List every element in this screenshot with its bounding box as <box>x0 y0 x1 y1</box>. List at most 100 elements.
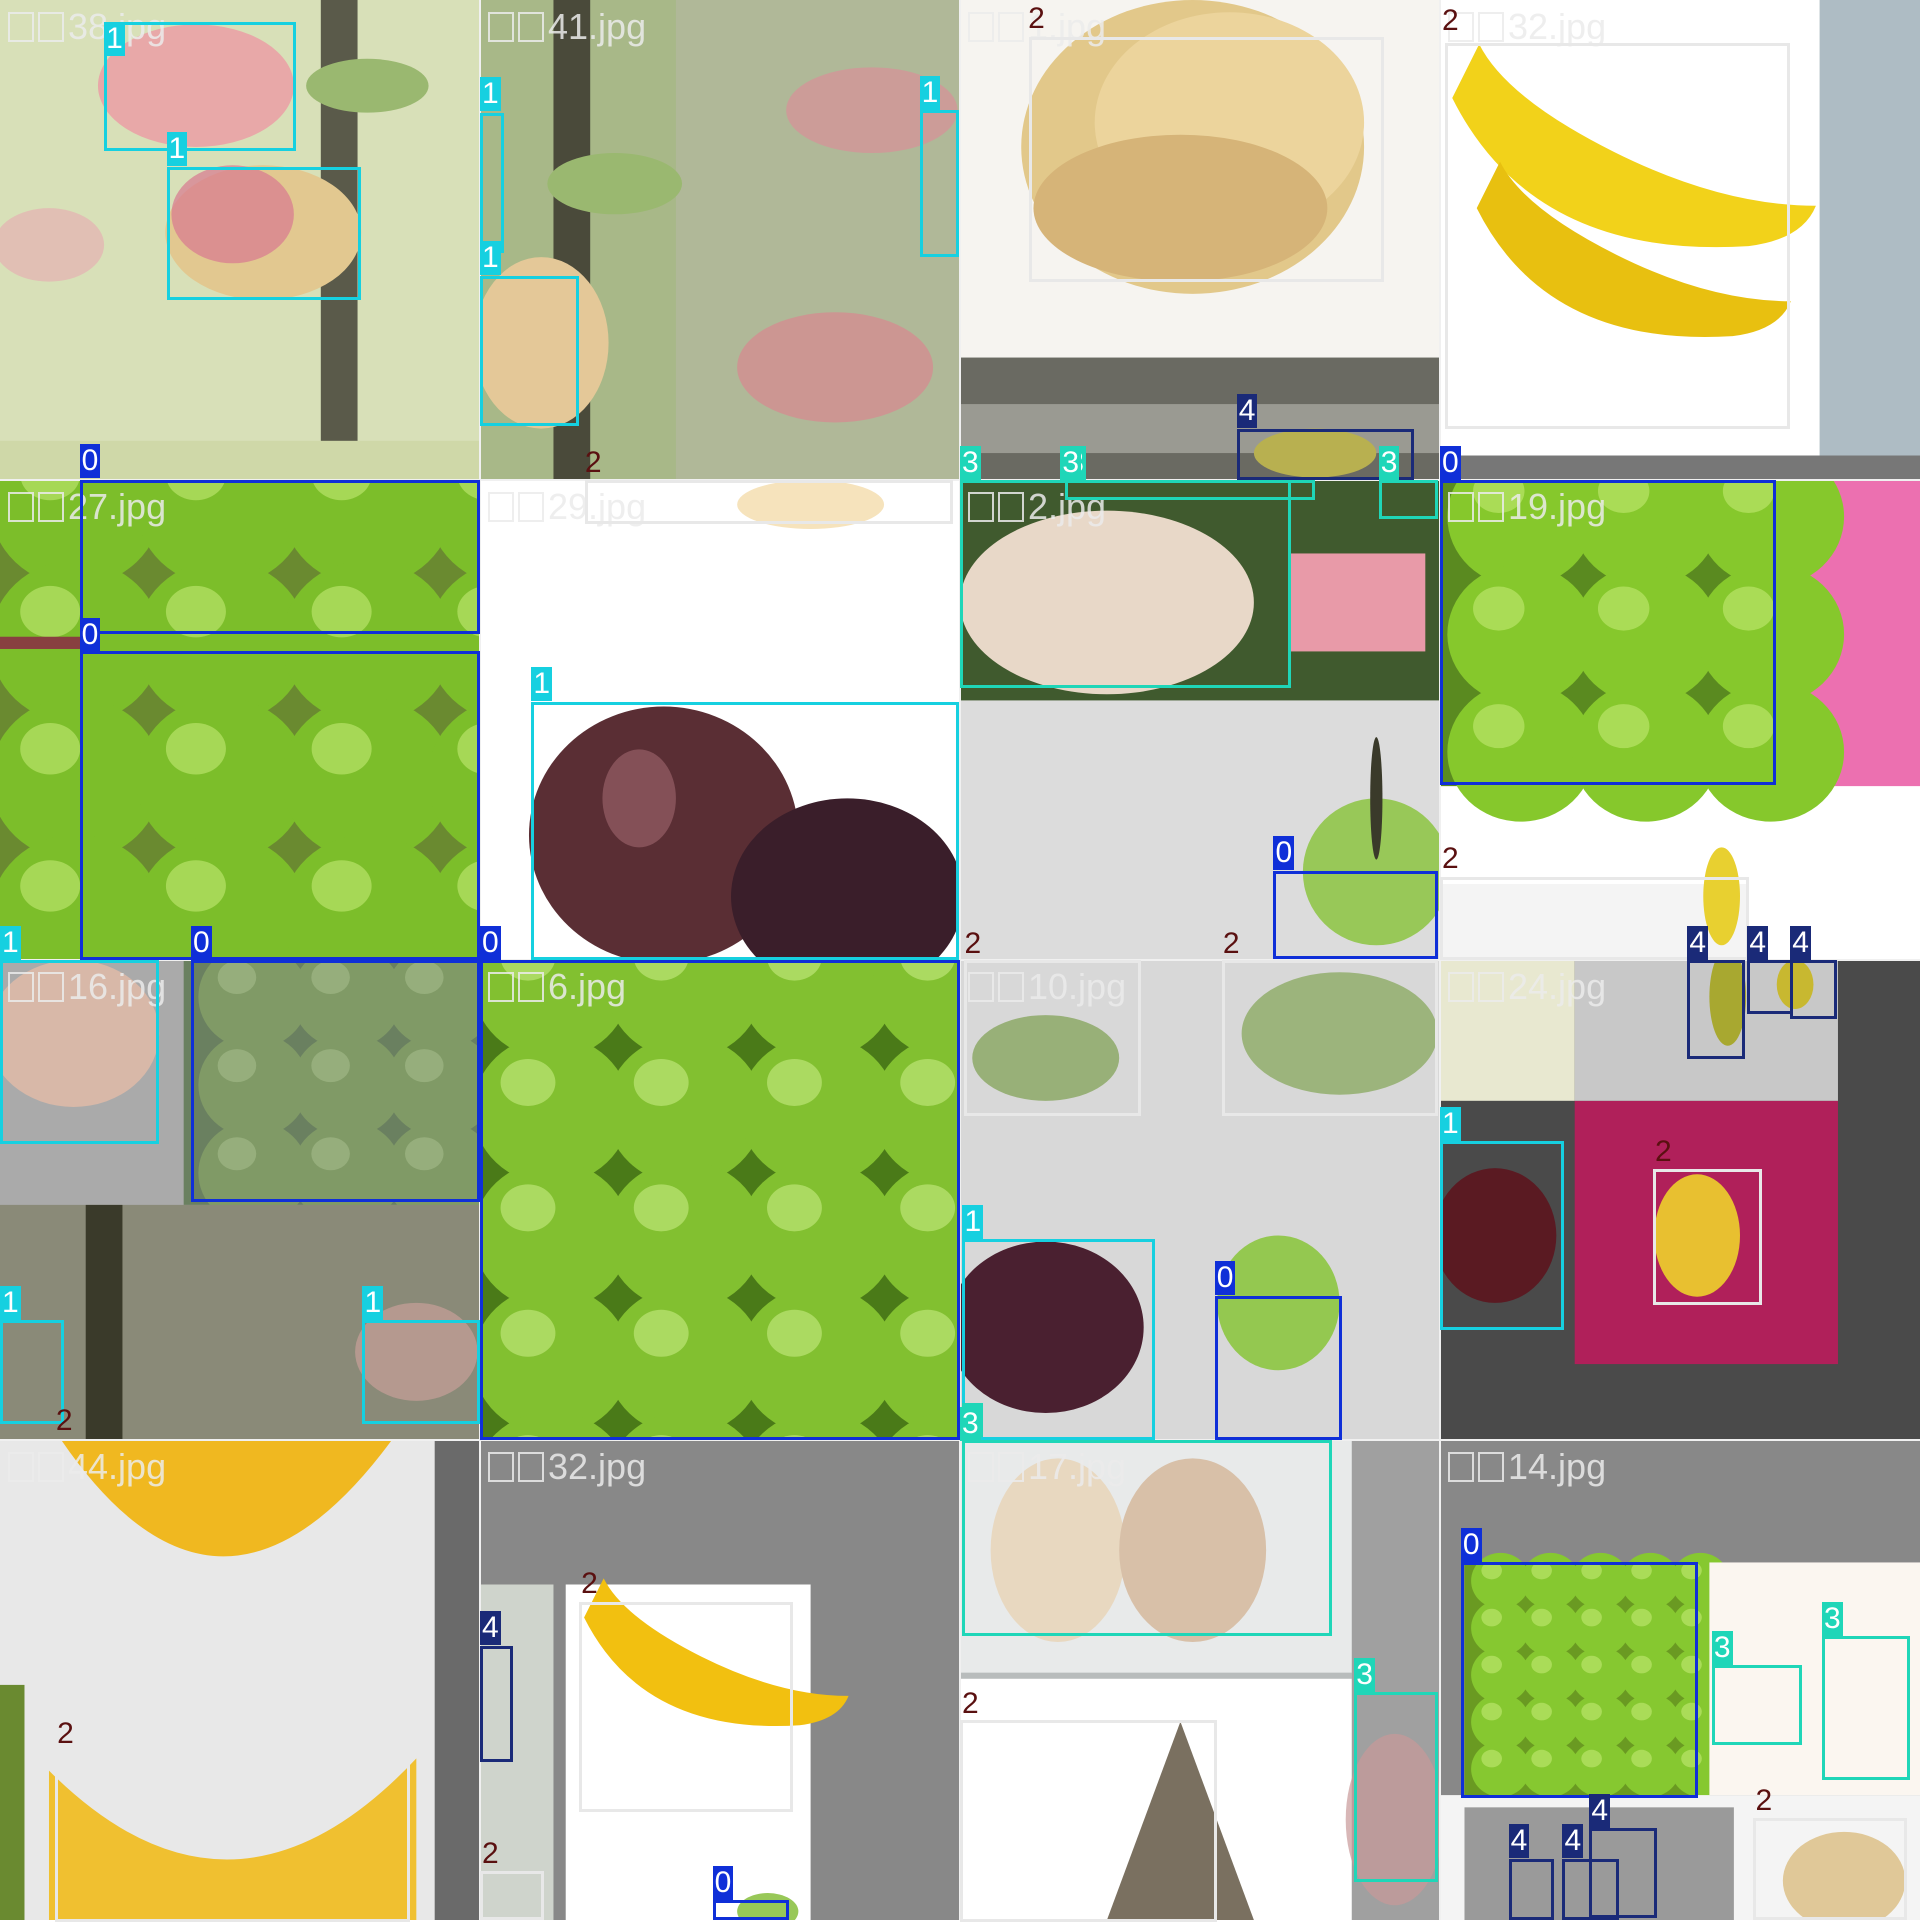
detection-label-class-4: 4 <box>1562 1824 1584 1859</box>
tile-filename: 41.jpg <box>488 6 646 48</box>
detection-label-class-2: 2 <box>1028 2 1045 36</box>
detection-label-class-2: 2 <box>581 1567 598 1601</box>
tile-filename-text: 44.jpg <box>68 1446 167 1487</box>
detection-box-class-2 <box>1653 1169 1763 1306</box>
tile-filename: 24.jpg <box>1448 966 1606 1008</box>
detection-label-class-0: 0 <box>1460 1528 1482 1563</box>
detection-box-class-3 <box>1378 480 1438 520</box>
detection-label-class-0: 0 <box>480 925 501 960</box>
mosaic-grid: 38.jpg41.jpg1.jpg32.jpg27.jpg29.jpg2.jpg… <box>0 0 1920 1922</box>
detection-box-class-4 <box>1747 960 1793 1014</box>
tile-filename-text: 32.jpg <box>1508 6 1607 47</box>
detection-box-class-3 <box>1065 480 1316 500</box>
detection-label-class-4: 4 <box>480 1611 501 1646</box>
detection-box-class-1 <box>480 275 580 427</box>
detection-label-class-1: 1 <box>1440 1106 1461 1141</box>
detection-box-class-3 <box>1822 1635 1911 1781</box>
tile-filename: 44.jpg <box>8 1446 166 1488</box>
detection-label-class-4: 4 <box>1687 925 1709 960</box>
detection-box-class-0 <box>480 960 960 1440</box>
detection-label-class-1: 1 <box>919 75 941 110</box>
detection-label-class-2: 2 <box>1442 842 1459 876</box>
detection-box-class-4 <box>1687 960 1745 1060</box>
tile-filename: 32.jpg <box>488 1446 646 1488</box>
detection-box-class-2 <box>1222 960 1438 1116</box>
detection-label-class-2: 2 <box>1655 1135 1672 1169</box>
tile-filename-text: 32.jpg <box>548 1446 647 1487</box>
detection-box-class-2 <box>1028 36 1384 282</box>
detection-label-class-0: 0 <box>79 618 101 653</box>
tile-filename: 32.jpg <box>1448 6 1606 48</box>
detection-label-class-1: 1 <box>962 1204 984 1239</box>
detection-label-class-0: 0 <box>1273 836 1295 871</box>
detection-label-class-0: 0 <box>712 1866 734 1901</box>
detection-box-class-0 <box>1273 870 1438 959</box>
detection-box-class-1 <box>166 166 362 300</box>
detection-label-class-2: 2 <box>964 926 982 960</box>
detection-label-class-4: 4 <box>1747 925 1769 960</box>
detection-box-class-0 <box>79 651 480 960</box>
detection-label-class-0: 0 <box>191 925 212 960</box>
detection-box-class-3 <box>962 1440 1333 1636</box>
detection-label-class-2: 2 <box>1442 3 1459 37</box>
detection-box-class-2 <box>1444 42 1791 429</box>
detection-label-class-0: 0 <box>1440 445 1461 480</box>
detection-box-class-3 <box>1354 1692 1438 1883</box>
detection-box-class-2 <box>585 480 953 525</box>
detection-label-class-0: 0 <box>79 444 101 479</box>
detection-label-class-3: 3 <box>1378 445 1400 480</box>
tile-filename-text: 14.jpg <box>1508 1446 1607 1487</box>
detection-box-class-2 <box>960 1720 1218 1922</box>
detection-label-class-0: 0 <box>1214 1261 1236 1296</box>
detection-box-class-0 <box>1460 1562 1699 1798</box>
detection-label-class-2: 2 <box>584 445 602 479</box>
tile-filename: 14.jpg <box>1448 1446 1606 1488</box>
detection-box-class-1 <box>1440 1141 1564 1330</box>
detection-box-class-1 <box>480 112 505 254</box>
detection-label-class-2: 2 <box>1222 926 1240 960</box>
detection-box-class-0 <box>712 1900 789 1920</box>
tile-separator-vertical <box>1439 0 1441 1920</box>
detection-label-class-2: 2 <box>962 1687 979 1721</box>
detection-label-class-3: 3 <box>1060 445 1082 480</box>
detection-label-class-2: 2 <box>57 1716 74 1750</box>
tile-filename-text: 24.jpg <box>1508 966 1607 1007</box>
detection-label-class-3: 3 <box>960 445 981 480</box>
detection-label-class-3: 3 <box>1354 1657 1375 1692</box>
detection-box-class-1 <box>962 1239 1155 1440</box>
detection-box-class-1 <box>362 1320 480 1425</box>
tile-filename-text: 41.jpg <box>548 6 647 47</box>
detection-label-class-1: 1 <box>480 77 501 112</box>
detection-box-class-0 <box>1214 1295 1343 1440</box>
detection-label-class-2: 2 <box>55 1404 73 1438</box>
detection-label-class-1: 1 <box>362 1285 384 1320</box>
detection-box-class-2 <box>579 1601 794 1813</box>
detection-box-class-4 <box>1508 1858 1554 1920</box>
detection-box-class-0 <box>1440 480 1776 785</box>
detection-label-class-2: 2 <box>1755 1784 1773 1818</box>
detection-box-class-3 <box>960 480 1291 689</box>
detection-label-class-3: 3 <box>1711 1631 1733 1666</box>
detection-label-class-1: 1 <box>0 1285 21 1320</box>
detection-box-class-1 <box>104 22 297 151</box>
detection-box-class-3 <box>1711 1665 1803 1745</box>
detection-label-class-3: 3 <box>960 1406 981 1441</box>
detection-box-class-0 <box>79 480 480 635</box>
detection-box-class-2 <box>963 960 1142 1116</box>
detection-box-class-1 <box>0 960 160 1144</box>
detection-label-class-4: 4 <box>1508 1824 1530 1859</box>
detection-label-class-4: 4 <box>1790 925 1811 960</box>
detection-label-class-2: 2 <box>482 1836 499 1870</box>
detection-box-class-4 <box>1562 1858 1619 1920</box>
detection-box-class-1 <box>531 701 959 960</box>
detection-label-class-4: 4 <box>1589 1793 1611 1828</box>
detection-label-class-4: 4 <box>1236 394 1258 429</box>
detection-box-class-2 <box>1753 1818 1907 1920</box>
detection-label-class-1: 1 <box>531 667 553 702</box>
detection-box-class-4 <box>480 1645 514 1763</box>
detection-label-class-1: 1 <box>480 241 501 276</box>
detection-label-class-3: 3 <box>1822 1601 1843 1636</box>
detection-box-class-1 <box>919 110 959 258</box>
detection-box-class-2 <box>55 1751 411 1922</box>
detection-label-class-1: 1 <box>166 132 188 167</box>
